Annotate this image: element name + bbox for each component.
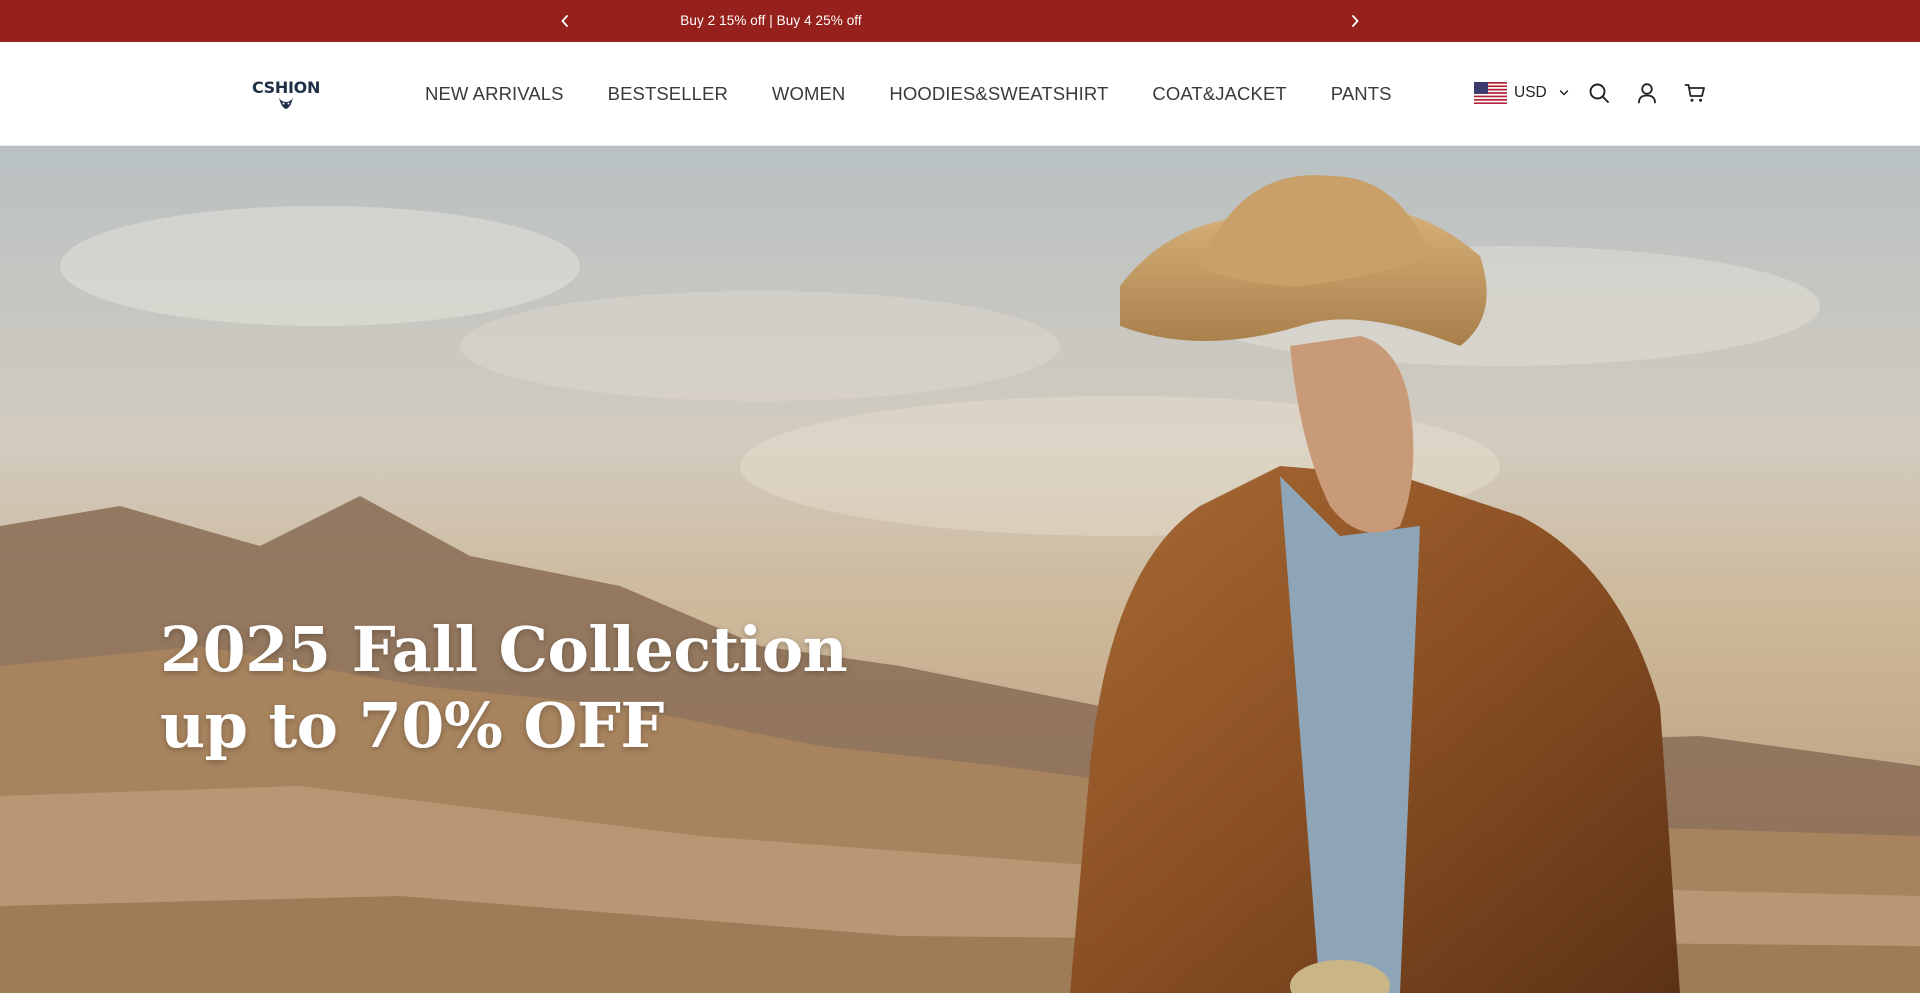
header-tools: USD (1474, 42, 1714, 146)
nav-new-arrivals[interactable]: NEW ARRIVALS (425, 83, 564, 105)
nav-women[interactable]: WOMEN (772, 83, 845, 105)
logo-text: CSHION (251, 78, 321, 97)
announcement-bar: Buy 2 15% off | Buy 4 25% off (0, 0, 1920, 42)
chevron-right-icon[interactable] (1345, 11, 1365, 31)
logo-mark-icon (279, 98, 293, 109)
cart-icon[interactable] (1684, 82, 1706, 104)
currency-selector[interactable]: USD (1474, 81, 1569, 105)
nav-coat-jacket[interactable]: COAT&JACKET (1152, 83, 1286, 105)
nav-bestseller[interactable]: BESTSELLER (608, 83, 728, 105)
currency-code: USD (1514, 84, 1547, 101)
chevron-down-icon (1559, 90, 1568, 96)
hero-headline-line2: up to 70% OFF (160, 689, 664, 762)
hero-headline: 2025 Fall Collection up to 70% OFF (160, 612, 848, 764)
announcement-message[interactable]: Buy 2 15% off | Buy 4 25% off (571, 0, 971, 42)
user-icon[interactable] (1636, 82, 1658, 104)
us-flag-icon (1474, 82, 1507, 104)
main-nav: NEW ARRIVALS BESTSELLER WOMEN HOODIES&SW… (425, 42, 1436, 146)
hero-headline-line1: 2025 Fall Collection (160, 613, 848, 686)
logo[interactable]: CSHION (248, 78, 324, 112)
site-header: CSHION NEW ARRIVALS BESTSELLER WOMEN HOO… (0, 42, 1920, 146)
search-icon[interactable] (1588, 82, 1610, 104)
hero-banner[interactable]: 2025 Fall Collection up to 70% OFF (0, 146, 1920, 993)
hero-image (0, 146, 1920, 993)
nav-hoodies-sweatshirt[interactable]: HOODIES&SWEATSHIRT (889, 83, 1108, 105)
nav-pants[interactable]: PANTS (1331, 83, 1392, 105)
